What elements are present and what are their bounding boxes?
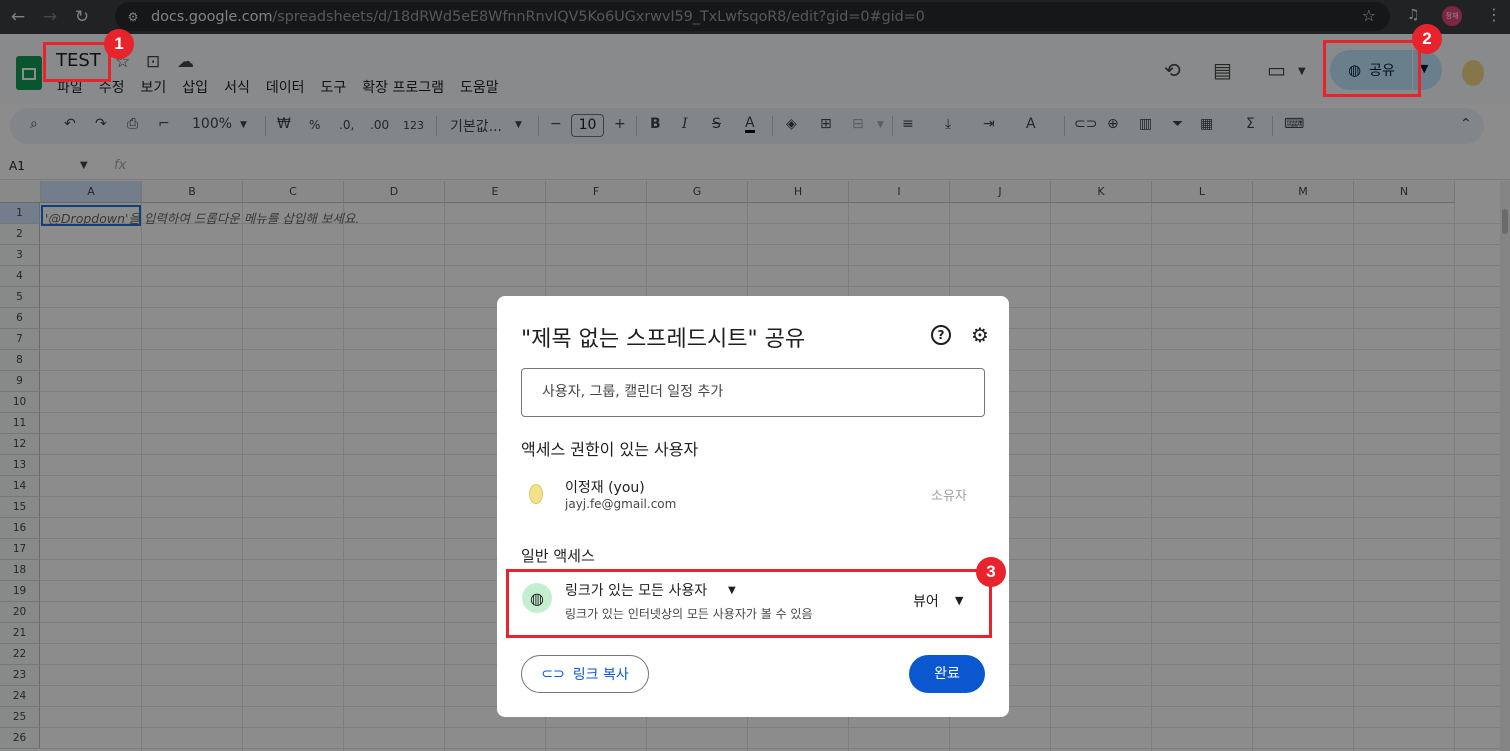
dialog-title: "제목 없는 스프레드시트" 공유 bbox=[521, 327, 806, 352]
copy-link-button[interactable]: ⊂⊃ 링크 복사 bbox=[521, 655, 649, 693]
done-button[interactable]: 완료 bbox=[909, 655, 985, 693]
add-people-input[interactable]: 사용자, 그룹, 캘린더 일정 추가 bbox=[521, 368, 985, 417]
user-avatar bbox=[529, 484, 543, 504]
general-access-header: 일반 액세스 bbox=[521, 547, 595, 565]
access-header: 액세스 권한이 있는 사용자 bbox=[521, 440, 699, 459]
user-email: jayj.fe@gmail.com bbox=[565, 497, 677, 511]
annotation-box-1 bbox=[43, 42, 111, 82]
annotation-box-2 bbox=[1323, 40, 1421, 97]
user-role: 소유자 bbox=[931, 489, 967, 504]
annotation-badge-1: 1 bbox=[104, 29, 134, 59]
annotation-badge-3: 3 bbox=[976, 557, 1006, 587]
link-icon: ⊂⊃ bbox=[541, 666, 565, 682]
annotation-box-3 bbox=[506, 569, 992, 638]
settings-gear-icon[interactable]: ⚙ bbox=[971, 323, 989, 347]
annotation-badge-2: 2 bbox=[1412, 24, 1442, 54]
copy-link-label: 링크 복사 bbox=[572, 667, 629, 683]
user-name: 이정재 (you) bbox=[565, 480, 645, 496]
share-dialog: "제목 없는 스프레드시트" 공유 ? ⚙ 사용자, 그룹, 캘린더 일정 추가… bbox=[497, 296, 1009, 717]
help-icon[interactable]: ? bbox=[931, 325, 951, 345]
